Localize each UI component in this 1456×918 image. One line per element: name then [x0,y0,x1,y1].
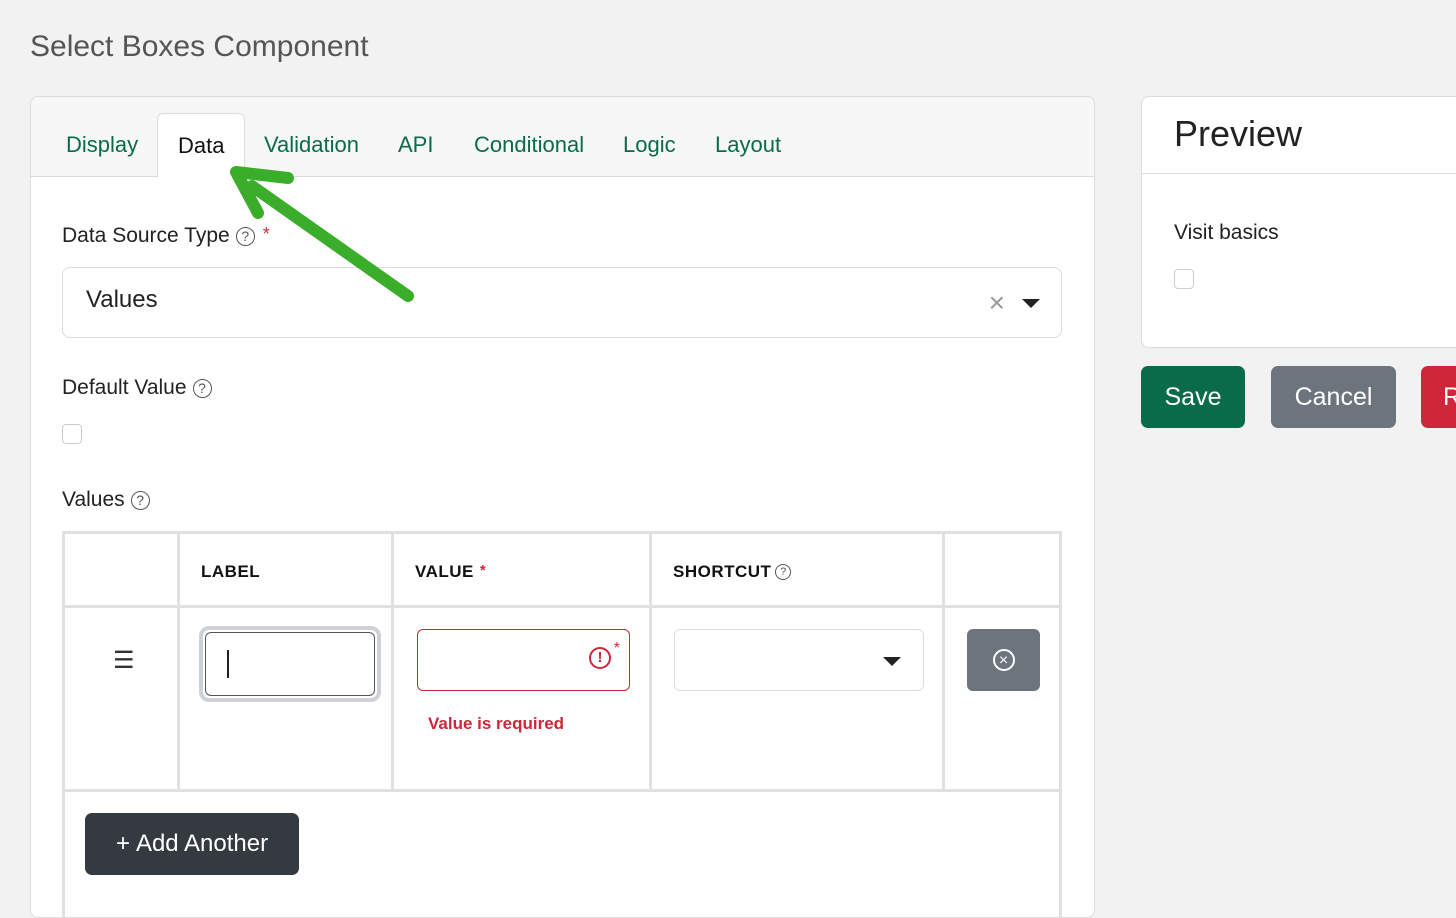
grid-divider [942,534,945,792]
tab-logic[interactable]: Logic [623,113,676,176]
grid-divider [391,534,394,792]
add-another-label: Add Another [135,830,269,857]
values-datagrid: LABEL VALUE * SHORTCUT ? ☰ ! * Value is … [62,531,1062,917]
remove-row-button[interactable]: × [967,629,1040,691]
tab-api[interactable]: API [398,113,433,176]
row-value-input[interactable]: ! * [417,629,630,691]
save-button[interactable]: Save [1141,366,1245,428]
remove-button[interactable]: R [1421,366,1456,428]
close-circle-icon: × [992,649,1015,671]
required-asterisk: * [262,224,270,244]
help-icon[interactable]: ? [235,226,255,246]
cancel-button[interactable]: Cancel [1271,366,1396,428]
values-label-row: Values ? [62,488,150,512]
preview-checkbox[interactable] [1174,269,1194,289]
tab-layout[interactable]: Layout [715,113,781,176]
grid-divider [177,534,180,792]
preview-title: Preview [1174,113,1303,154]
add-another-button[interactable]: + Add Another [85,813,299,875]
default-value-label: Default Value [62,376,187,399]
default-value-checkbox[interactable] [62,424,82,444]
help-icon[interactable]: ? [775,564,792,580]
required-asterisk: * [479,562,487,579]
help-icon[interactable]: ? [192,378,212,398]
preview-field-label: Visit basics [1174,221,1279,244]
data-source-label-row: Data Source Type ? * [62,224,270,248]
data-source-label: Data Source Type [62,224,230,247]
column-header-shortcut: SHORTCUT [673,562,772,581]
chevron-down-icon [883,657,901,666]
tab-validation[interactable]: Validation [264,113,359,176]
default-value-label-row: Default Value ? [62,376,212,400]
drag-handle-icon[interactable]: ☰ [113,646,135,675]
grid-divider [649,534,652,792]
column-header-value: VALUE [415,562,474,581]
column-header-label: LABEL [201,562,261,581]
column-header-value-wrap: VALUE * [415,562,486,582]
grid-divider [65,789,1059,792]
chevron-down-icon[interactable] [1022,299,1040,308]
text-cursor [227,650,229,678]
row-label-input-inner [205,632,375,696]
tab-bar: Display Data Validation API Conditional … [31,97,1094,178]
clear-icon[interactable]: × [989,287,1005,319]
error-icon: ! [589,647,611,669]
row-shortcut-select[interactable] [674,629,924,691]
column-header-shortcut-wrap: SHORTCUT ? [673,562,792,582]
tab-conditional[interactable]: Conditional [474,113,584,176]
values-label: Values [62,488,125,511]
data-source-select[interactable]: Values × [62,267,1062,338]
page-title: Select Boxes Component [30,30,369,63]
required-asterisk: * [613,640,620,657]
plus-icon: + [115,830,130,857]
row-label-input[interactable] [199,626,381,702]
data-source-value: Values [86,286,158,313]
preview-panel: Preview Visit basics [1141,96,1456,348]
value-error-message: Value is required [428,714,565,733]
component-editor: Display Data Validation API Conditional … [30,96,1095,918]
help-icon[interactable]: ? [130,490,150,510]
tab-data[interactable]: Data [157,113,246,178]
grid-divider [65,605,1059,608]
tab-display[interactable]: Display [66,113,138,176]
